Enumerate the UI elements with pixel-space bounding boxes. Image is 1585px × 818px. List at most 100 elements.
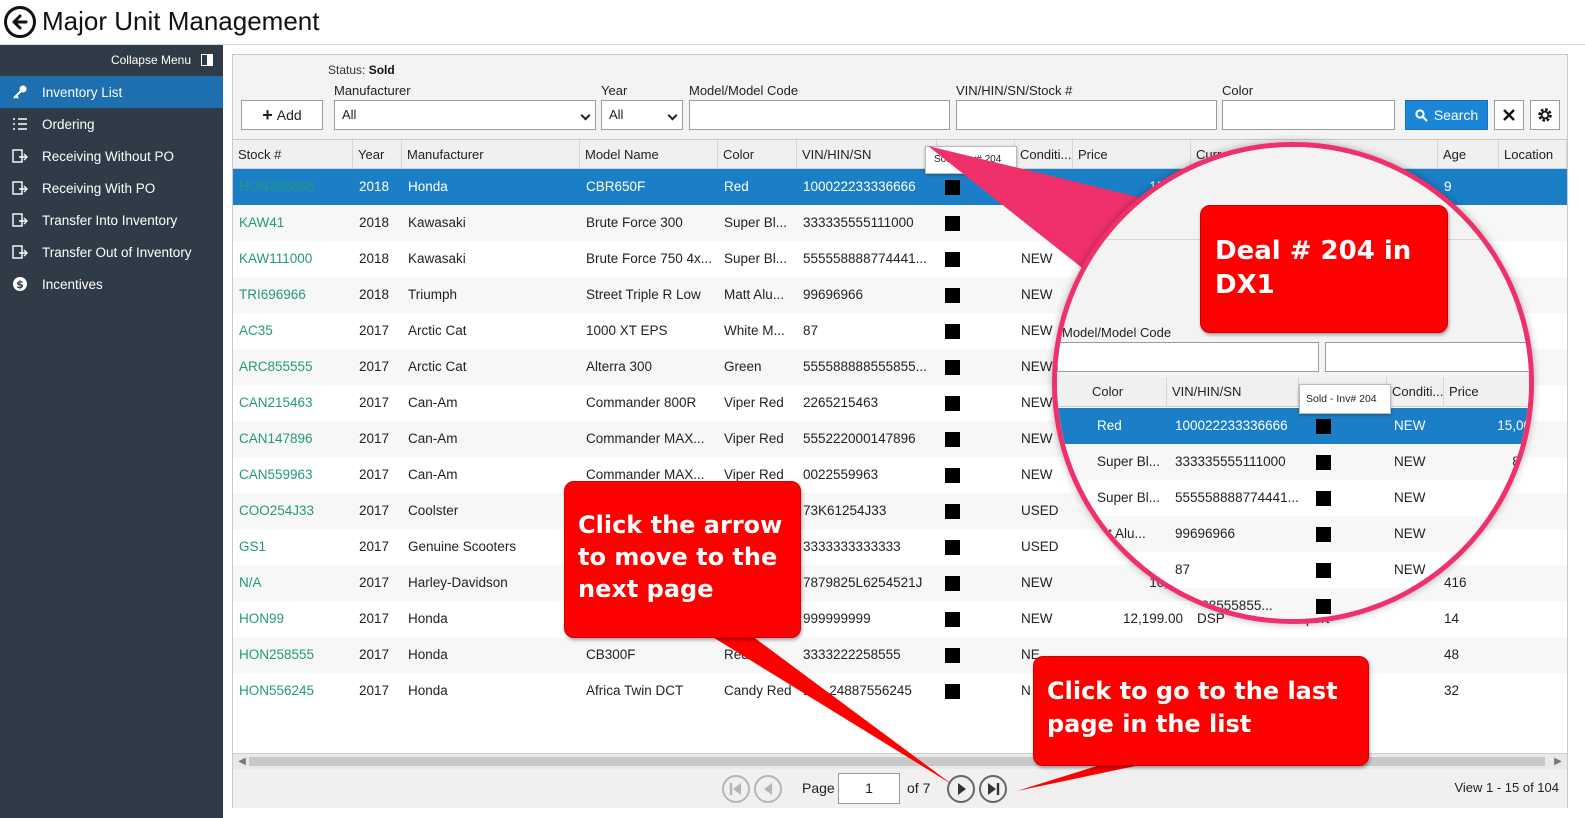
sidebar-item-transfer-out-of-inventory[interactable]: Transfer Out of Inventory xyxy=(0,236,223,268)
cell-stock[interactable]: CAN559963 xyxy=(233,457,353,493)
status-value: Sold xyxy=(368,63,395,77)
manufacturer-select[interactable]: All xyxy=(334,100,596,130)
page-label: Page xyxy=(802,780,835,796)
next-page-button[interactable] xyxy=(947,775,975,803)
cell-model: Commander MAX... xyxy=(586,431,705,446)
cell-manufacturer: Harley-Davidson xyxy=(408,575,508,590)
transfer-out-icon xyxy=(10,244,30,260)
zoom-cell-condition: NEW xyxy=(1394,562,1426,577)
cell-model: CB300F xyxy=(586,647,636,662)
color-label: Color xyxy=(1222,83,1254,98)
cell-year: 2017 xyxy=(359,467,390,482)
page-number-input[interactable]: 1 xyxy=(838,773,900,804)
cell-year: 2017 xyxy=(359,503,390,518)
settings-button[interactable] xyxy=(1530,100,1560,130)
cell-color: Matt Alu... xyxy=(724,287,785,302)
status-swatch xyxy=(945,612,960,627)
cell-vin: 99696966 xyxy=(803,287,864,302)
dollar-icon: $ xyxy=(10,276,30,292)
cell-manufacturer: Honda xyxy=(408,647,448,662)
zoom-cell-vin: 100022233336666 xyxy=(1175,418,1288,433)
scroll-left-icon[interactable]: ◀ xyxy=(235,754,249,769)
cell-color: Candy Red xyxy=(724,683,792,698)
cell-year: 2017 xyxy=(359,431,390,446)
cell-stock[interactable]: ARC855555 xyxy=(233,349,353,385)
color-input[interactable] xyxy=(1222,100,1395,130)
column-header[interactable]: VIN/HIN/SN xyxy=(797,140,937,169)
collapse-icon xyxy=(201,54,213,66)
scroll-right-icon[interactable]: ▶ xyxy=(1551,754,1565,769)
cell-stock[interactable]: AC35 xyxy=(233,313,353,349)
zoom-table-row: Super Bl... 333335555111000 NEW 8,0 xyxy=(1057,444,1529,480)
cell-stock[interactable]: HON336666 xyxy=(233,169,353,205)
previous-page-button[interactable] xyxy=(754,775,782,803)
filter-bar: Status: Sold + Add Manufacturer All Year… xyxy=(233,55,1567,139)
zoom-vin-input xyxy=(1325,342,1529,372)
status-swatch xyxy=(945,540,960,555)
cell-manufacturer: Kawasaki xyxy=(408,215,466,230)
cell-stock[interactable]: N/A xyxy=(233,565,353,601)
zoom-cell-vin: 333335555111000 xyxy=(1175,454,1286,469)
cell-stock[interactable]: HON258555 xyxy=(233,637,353,673)
cell-model: Brute Force 300 xyxy=(586,215,683,230)
sidebar-item-receiving-with-po[interactable]: Receiving With PO xyxy=(0,172,223,204)
back-arrow-icon[interactable] xyxy=(4,6,36,38)
zoom-cell-condition: NEW xyxy=(1394,418,1426,433)
zoom-cell-color: Red xyxy=(1097,418,1122,433)
collapse-menu-button[interactable]: Collapse Menu xyxy=(111,53,213,67)
cell-manufacturer: Triumph xyxy=(408,287,458,302)
receive-icon xyxy=(10,148,30,164)
cell-stock[interactable]: CAN147896 xyxy=(233,421,353,457)
cell-stock[interactable]: KAW111000 xyxy=(233,241,353,277)
clear-filters-button[interactable] xyxy=(1494,100,1524,130)
next-page-icon xyxy=(958,783,966,795)
cell-stock[interactable]: KAW41 xyxy=(233,205,353,241)
title-bar: Major Unit Management xyxy=(0,0,1585,45)
column-header[interactable]: Year xyxy=(353,140,402,169)
last-page-button[interactable] xyxy=(979,775,1007,803)
last-page-icon xyxy=(988,783,1000,795)
cell-stock[interactable]: HON99 xyxy=(233,601,353,637)
sidebar-item-inventory-list[interactable]: Inventory List xyxy=(0,76,223,108)
cell-stock[interactable]: TRI696966 xyxy=(233,277,353,313)
cell-stock[interactable]: CAN215463 xyxy=(233,385,353,421)
plus-icon: + xyxy=(262,104,273,125)
year-select[interactable]: All xyxy=(601,100,683,130)
cell-stock[interactable]: GS1 xyxy=(233,529,353,565)
cell-vin: 7879825L6254521J xyxy=(803,575,923,590)
close-icon xyxy=(1503,109,1515,121)
cell-model: Street Triple R Low xyxy=(586,287,701,302)
cell-year: 2017 xyxy=(359,539,390,554)
column-header[interactable]: Model Name xyxy=(580,140,718,169)
vin-label: VIN/HIN/SN/Stock # xyxy=(956,83,1073,98)
zoom-table-row: att Alu... 99696966 NEW xyxy=(1057,516,1529,552)
sidebar-item-transfer-into-inventory[interactable]: Transfer Into Inventory xyxy=(0,204,223,236)
model-input[interactable] xyxy=(689,100,950,130)
cell-vin: 555222000147896 xyxy=(803,431,916,446)
cell-manufacturer: Can-Am xyxy=(408,395,458,410)
cell-year: 2017 xyxy=(359,323,390,338)
sidebar-item-label: Ordering xyxy=(42,116,95,132)
column-header[interactable]: Color xyxy=(718,140,797,169)
sidebar-item-incentives[interactable]: $ Incentives xyxy=(0,268,223,300)
add-button[interactable]: + Add xyxy=(241,100,323,130)
search-button[interactable]: Search xyxy=(1405,100,1488,130)
cell-model: 1000 XT EPS xyxy=(586,323,668,338)
cell-model: Brute Force 750 4x... xyxy=(586,251,713,266)
cell-stock[interactable]: HON556245 xyxy=(233,673,353,709)
gear-icon xyxy=(1538,108,1552,122)
year-label: Year xyxy=(601,83,628,98)
sidebar-item-ordering[interactable]: Ordering xyxy=(0,108,223,140)
cell-year: 2018 xyxy=(359,215,390,230)
sidebar-item-receiving-without-po[interactable]: Receiving Without PO xyxy=(0,140,223,172)
zoom-cell-price xyxy=(1449,588,1529,619)
zoom-cell-color: att Alu... xyxy=(1097,526,1146,541)
cell-stock[interactable]: COO254J33 xyxy=(233,493,353,529)
first-page-button[interactable] xyxy=(722,775,750,803)
column-header[interactable]: Manufacturer xyxy=(402,140,580,169)
column-header[interactable]: Stock # xyxy=(233,140,353,169)
vin-input[interactable] xyxy=(956,100,1217,130)
callout-line: to move to the xyxy=(578,543,778,571)
inventory-tooltip: Sold - Inv# 204 xyxy=(925,146,1017,174)
status-swatch xyxy=(945,684,960,699)
